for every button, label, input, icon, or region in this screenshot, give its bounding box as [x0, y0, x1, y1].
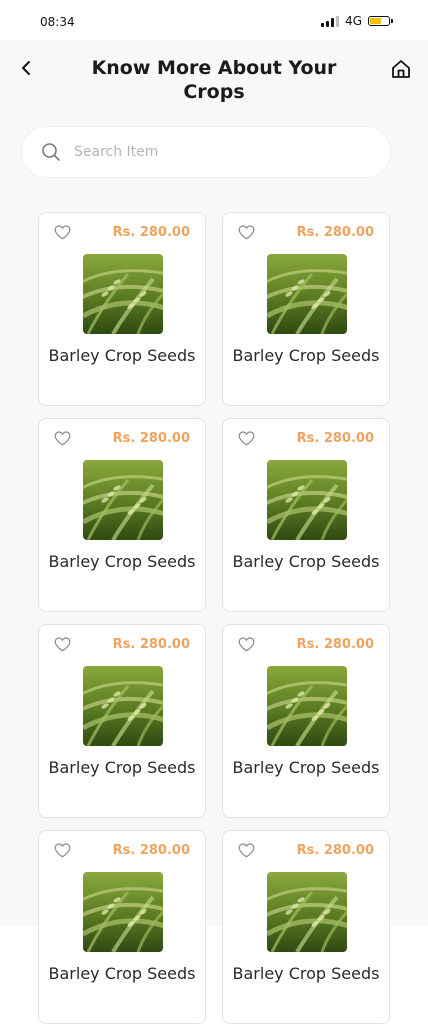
- product-card[interactable]: Rs. 280.00 Barley Crop Seeds: [222, 624, 390, 818]
- product-name: Barley Crop Seeds: [48, 964, 196, 983]
- product-name: Barley Crop Seeds: [232, 758, 380, 777]
- product-price: Rs. 280.00: [296, 637, 374, 652]
- favorite-button[interactable]: [237, 636, 255, 652]
- product-image: [267, 254, 347, 334]
- product-name: Barley Crop Seeds: [232, 346, 380, 365]
- product-name: Barley Crop Seeds: [232, 552, 380, 571]
- product-price: Rs. 280.00: [296, 431, 374, 446]
- product-card[interactable]: Rs. 280.00 Barley Crop Seeds: [38, 624, 206, 818]
- chevron-left-icon: [22, 61, 30, 75]
- status-indicators: 4G: [321, 14, 393, 28]
- product-price: Rs. 280.00: [296, 843, 374, 858]
- product-image: [267, 666, 347, 746]
- heart-outline-icon: [238, 842, 254, 857]
- favorite-button[interactable]: [53, 224, 71, 240]
- home-button[interactable]: [388, 56, 414, 82]
- favorite-button[interactable]: [53, 842, 71, 858]
- network-type: 4G: [345, 14, 362, 28]
- app-screen: Know More About Your Crops Rs. 280.00: [0, 40, 428, 1024]
- product-name: Barley Crop Seeds: [48, 346, 196, 365]
- battery-icon: [368, 16, 393, 26]
- favorite-button[interactable]: [237, 430, 255, 446]
- product-name: Barley Crop Seeds: [48, 758, 196, 777]
- product-image: [267, 872, 347, 952]
- product-price: Rs. 280.00: [112, 637, 190, 652]
- product-image: [83, 254, 163, 334]
- home-icon: [392, 60, 410, 78]
- search-bar[interactable]: [22, 127, 390, 177]
- product-price: Rs. 280.00: [112, 431, 190, 446]
- heart-outline-icon: [54, 430, 70, 445]
- favorite-button[interactable]: [237, 224, 255, 240]
- favorite-button[interactable]: [53, 430, 71, 446]
- favorite-button[interactable]: [53, 636, 71, 652]
- product-price: Rs. 280.00: [112, 225, 190, 240]
- product-image: [267, 460, 347, 540]
- product-card[interactable]: Rs. 280.00 Barley Crop Seeds: [222, 418, 390, 612]
- heart-outline-icon: [238, 636, 254, 651]
- product-name: Barley Crop Seeds: [48, 552, 196, 571]
- product-name: Barley Crop Seeds: [232, 964, 380, 983]
- product-card[interactable]: Rs. 280.00 Barley Crop Seeds: [222, 830, 390, 1024]
- heart-outline-icon: [54, 224, 70, 239]
- back-button[interactable]: [14, 56, 38, 80]
- product-card[interactable]: Rs. 280.00 Barley Crop Seeds: [38, 212, 206, 406]
- status-time: 08:34: [40, 15, 75, 29]
- product-image: [83, 460, 163, 540]
- header: Know More About Your Crops: [0, 40, 428, 114]
- product-card[interactable]: Rs. 280.00 Barley Crop Seeds: [222, 212, 390, 406]
- heart-outline-icon: [238, 430, 254, 445]
- status-bar: 08:34 4G: [0, 0, 428, 40]
- heart-outline-icon: [54, 636, 70, 651]
- heart-outline-icon: [54, 842, 70, 857]
- favorite-button[interactable]: [237, 842, 255, 858]
- page-title: Know More About Your Crops: [91, 57, 337, 103]
- product-card[interactable]: Rs. 280.00 Barley Crop Seeds: [38, 830, 206, 1024]
- search-input[interactable]: [72, 143, 356, 161]
- product-image: [83, 666, 163, 746]
- signal-icon: [321, 15, 340, 27]
- search-icon: [40, 141, 62, 163]
- heart-outline-icon: [238, 224, 254, 239]
- product-price: Rs. 280.00: [112, 843, 190, 858]
- product-image: [83, 872, 163, 952]
- product-card[interactable]: Rs. 280.00 Barley Crop Seeds: [38, 418, 206, 612]
- product-price: Rs. 280.00: [296, 225, 374, 240]
- product-grid: Rs. 280.00 Barley Crop Seeds Rs. 280.00 …: [38, 212, 390, 1024]
